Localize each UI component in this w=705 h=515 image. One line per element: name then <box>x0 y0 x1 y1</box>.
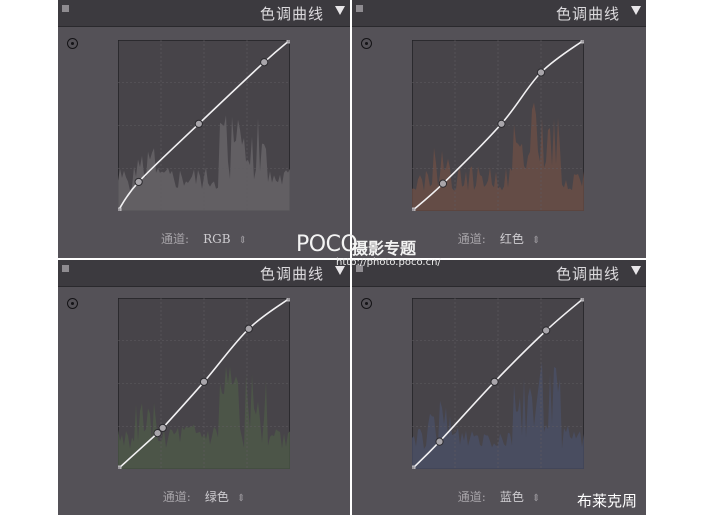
panel-title: 色调曲线 <box>555 265 620 283</box>
channel-stepper-icon[interactable]: ⇕ <box>237 493 245 504</box>
author-credit: 布莱克周 <box>577 492 638 510</box>
panel-title: 色调曲线 <box>259 5 324 23</box>
channel-label: 通道: <box>457 490 486 504</box>
curve-control-point[interactable] <box>435 437 444 446</box>
target-adjust-icon[interactable] <box>67 298 78 309</box>
panel-header: 色调曲线 <box>352 260 646 287</box>
panel-handle-icon[interactable] <box>356 5 363 12</box>
target-adjust-icon[interactable] <box>361 38 372 49</box>
curve-control-point[interactable] <box>158 423 167 433</box>
curve-endpoint[interactable] <box>286 298 290 302</box>
panel-title: 色调曲线 <box>259 265 324 283</box>
curve-endpoint[interactable] <box>118 465 122 469</box>
curve-graph[interactable] <box>118 40 290 211</box>
target-adjust-icon[interactable] <box>361 298 372 309</box>
collapse-triangle-icon[interactable] <box>631 266 641 275</box>
channel-stepper-icon[interactable]: ⇕ <box>532 235 540 246</box>
collapse-triangle-icon[interactable] <box>335 266 345 275</box>
curve-control-point[interactable] <box>490 377 499 386</box>
channel-value[interactable]: 蓝色 <box>500 490 524 504</box>
curve-control-point[interactable] <box>542 326 551 335</box>
curve-control-point[interactable] <box>134 177 143 187</box>
channel-value[interactable]: 红色 <box>500 232 524 246</box>
channel-stepper-icon[interactable]: ⇕ <box>532 493 540 504</box>
channel-selector[interactable]: 通道: RGB ⇕ <box>58 230 350 247</box>
target-adjust-icon[interactable] <box>67 38 78 49</box>
channel-label: 通道: <box>161 232 190 246</box>
curve-control-point[interactable] <box>244 324 253 333</box>
panel-title: 色调曲线 <box>555 5 620 23</box>
curve-control-point[interactable] <box>536 68 546 77</box>
curve-graph[interactable] <box>412 40 584 211</box>
channel-label: 通道: <box>457 232 486 246</box>
curve-endpoint[interactable] <box>286 40 290 44</box>
curve-endpoint[interactable] <box>118 207 122 211</box>
curve-control-point[interactable] <box>260 58 269 67</box>
panel-header: 色调曲线 <box>352 0 646 27</box>
channel-value[interactable]: 绿色 <box>205 490 229 504</box>
collapse-triangle-icon[interactable] <box>631 6 641 15</box>
collapse-triangle-icon[interactable] <box>335 6 345 15</box>
panel-handle-icon[interactable] <box>62 265 69 272</box>
panel-handle-icon[interactable] <box>356 265 363 272</box>
curve-endpoint[interactable] <box>412 207 416 211</box>
curve-graph[interactable] <box>412 298 584 469</box>
curve-control-point[interactable] <box>438 179 448 188</box>
tone-curve-panel-red: 色调曲线 通道: 红色 ⇕ <box>352 0 646 258</box>
panel-header: 色调曲线 <box>58 260 350 287</box>
curve-endpoint[interactable] <box>412 465 416 469</box>
panel-handle-icon[interactable] <box>62 5 69 12</box>
curve-control-point[interactable] <box>199 377 209 386</box>
panel-header: 色调曲线 <box>58 0 350 27</box>
curve-endpoint[interactable] <box>580 298 584 302</box>
tone-curve-panel-rgb: 色调曲线 通道: RGB ⇕ <box>58 0 350 258</box>
curve-control-point[interactable] <box>497 119 506 128</box>
curve-endpoint[interactable] <box>580 40 584 44</box>
channel-stepper-icon[interactable]: ⇕ <box>239 235 247 246</box>
channel-selector[interactable]: 通道: 红色 ⇕ <box>352 230 646 247</box>
curve-graph[interactable] <box>118 298 290 469</box>
channel-selector[interactable]: 通道: 绿色 ⇕ <box>58 488 350 505</box>
tone-curve-panel-blue: 色调曲线 通道: 蓝色 ⇕ <box>352 260 646 515</box>
channel-label: 通道: <box>162 490 191 504</box>
channel-value[interactable]: RGB <box>203 232 230 246</box>
curve-control-point[interactable] <box>194 119 203 128</box>
tone-curve-panel-green: 色调曲线 通道: 绿色 ⇕ <box>58 260 350 515</box>
